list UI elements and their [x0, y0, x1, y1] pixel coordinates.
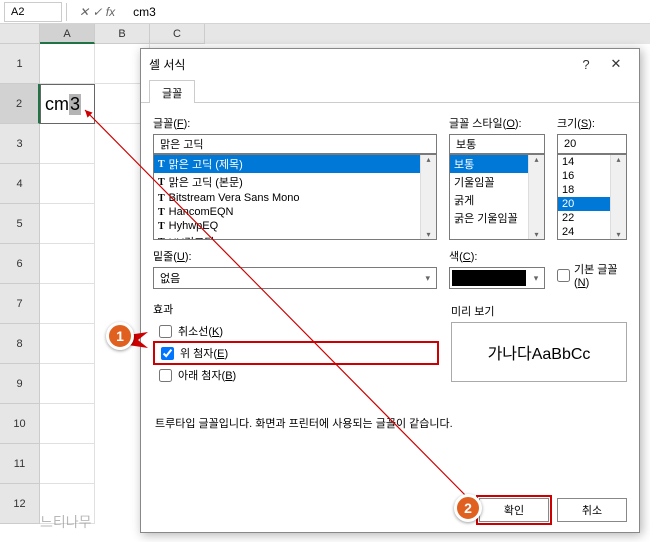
watermark: 느티나무 — [40, 512, 92, 532]
color-swatch — [452, 270, 526, 286]
tab-strip: 글꼴 — [141, 79, 639, 103]
row-header-3[interactable]: 3 — [0, 124, 40, 164]
color-label: 색(C): — [449, 248, 545, 264]
col-header-b[interactable]: B — [95, 24, 150, 44]
cell[interactable] — [40, 44, 95, 84]
row-header-2[interactable]: 2 — [0, 84, 40, 124]
list-item[interactable]: T맑은 고딕 (제목) — [154, 155, 436, 173]
titlebar: 셀 서식 ? ✕ — [141, 49, 639, 79]
list-item[interactable]: THY견고딕 — [154, 233, 436, 240]
style-listbox[interactable]: 보통 기울임꼴 굵게 굵은 기울임꼴 ▴▾ — [449, 154, 545, 240]
list-item[interactable]: TBitstream Vera Sans Mono — [154, 191, 436, 205]
truetype-icon: T — [158, 177, 165, 188]
cell[interactable] — [40, 444, 95, 484]
ok-button[interactable]: 확인 — [479, 498, 549, 522]
row-header-1[interactable]: 1 — [0, 44, 40, 84]
truetype-icon: T — [158, 207, 165, 218]
cell-text: cm — [45, 94, 69, 115]
truetype-icon: T — [158, 193, 165, 204]
subscript-checkbox[interactable]: 아래 첨자(B) — [153, 365, 439, 385]
cell-superscript: 3 — [69, 94, 81, 115]
effects-label: 효과 — [153, 301, 439, 317]
preview-label: 미리 보기 — [451, 303, 627, 319]
row-header-11[interactable]: 11 — [0, 444, 40, 484]
row-header-10[interactable]: 10 — [0, 404, 40, 444]
strikethrough-checkbox[interactable]: 취소선(K) — [153, 321, 439, 341]
underline-select[interactable]: 없음▾ — [153, 267, 437, 289]
row-header-8[interactable]: 8 — [0, 324, 40, 364]
superscript-checkbox[interactable]: 위 첨자(E) — [153, 341, 439, 365]
font-listbox[interactable]: T맑은 고딕 (제목) T맑은 고딕 (본문) TBitstream Vera … — [153, 154, 437, 240]
scrollbar[interactable]: ▴▾ — [420, 155, 436, 239]
annotation-badge-2: 2 — [454, 494, 482, 522]
cell-a2[interactable]: cm3 — [40, 84, 95, 124]
row-header-5[interactable]: 5 — [0, 204, 40, 244]
truetype-icon: T — [158, 237, 165, 241]
size-input[interactable] — [557, 134, 627, 154]
fx-icon[interactable]: ✕ ✓ fx — [71, 5, 123, 19]
cancel-button[interactable]: 취소 — [557, 498, 627, 522]
row-header-6[interactable]: 6 — [0, 244, 40, 284]
cell[interactable] — [40, 364, 95, 404]
name-box[interactable]: A2 — [4, 2, 62, 22]
row-header-7[interactable]: 7 — [0, 284, 40, 324]
font-label: 글꼴(F): — [153, 115, 437, 131]
separator — [66, 3, 67, 21]
col-header-c[interactable]: C — [150, 24, 205, 44]
truetype-icon: T — [158, 159, 165, 170]
underline-label: 밑줄(U): — [153, 248, 437, 264]
cell[interactable] — [40, 124, 95, 164]
annotation-badge-1: 1 — [106, 322, 134, 350]
scrollbar[interactable]: ▴▾ — [610, 155, 626, 239]
color-select[interactable]: ▾ — [449, 267, 545, 289]
column-headers: A B C — [0, 24, 650, 44]
tab-font[interactable]: 글꼴 — [149, 80, 195, 103]
list-item[interactable]: THyhwpEQ — [154, 219, 436, 233]
format-cells-dialog: 셀 서식 ? ✕ 글꼴 글꼴(F): T맑은 고딕 (제목) T맑은 고딕 (본… — [140, 48, 640, 533]
cell[interactable] — [40, 324, 95, 364]
list-item[interactable]: T맑은 고딕 (본문) — [154, 173, 436, 191]
row-header-4[interactable]: 4 — [0, 164, 40, 204]
style-input[interactable] — [449, 134, 545, 154]
chevron-down-icon: ▾ — [528, 273, 544, 284]
cell[interactable] — [40, 164, 95, 204]
chevron-down-icon: ▾ — [425, 273, 430, 284]
cell[interactable] — [40, 284, 95, 324]
formula-bar-row: A2 ✕ ✓ fx cm3 — [0, 0, 650, 24]
button-row: 확인 취소 — [141, 488, 639, 532]
row-header-12[interactable]: 12 — [0, 484, 40, 524]
cell[interactable] — [40, 244, 95, 284]
col-header-a[interactable]: A — [40, 24, 95, 44]
list-item[interactable]: THancomEQN — [154, 205, 436, 219]
preview-box: 가나다AaBbCc — [451, 322, 627, 382]
size-listbox[interactable]: 14 16 18 20 22 24 ▴▾ — [557, 154, 627, 240]
help-icon[interactable]: ? — [571, 57, 601, 72]
formula-bar[interactable]: cm3 — [127, 3, 650, 21]
cell[interactable] — [40, 204, 95, 244]
style-label: 글꼴 스타일(O): — [449, 115, 545, 131]
truetype-note: 트루타입 글꼴입니다. 화면과 프린터에 사용되는 글꼴이 같습니다. — [153, 415, 627, 431]
select-all-corner[interactable] — [0, 24, 40, 44]
default-font-checkbox[interactable]: 기본 글꼴(N) — [557, 261, 627, 289]
cell[interactable] — [40, 404, 95, 444]
close-icon[interactable]: ✕ — [601, 56, 631, 72]
dialog-body: 글꼴(F): T맑은 고딕 (제목) T맑은 고딕 (본문) TBitstrea… — [141, 103, 639, 488]
dialog-title: 셀 서식 — [149, 56, 571, 73]
font-input[interactable] — [153, 134, 437, 154]
row-header-9[interactable]: 9 — [0, 364, 40, 404]
scrollbar[interactable]: ▴▾ — [528, 155, 544, 239]
truetype-icon: T — [158, 221, 165, 232]
size-label: 크기(S): — [557, 115, 627, 131]
